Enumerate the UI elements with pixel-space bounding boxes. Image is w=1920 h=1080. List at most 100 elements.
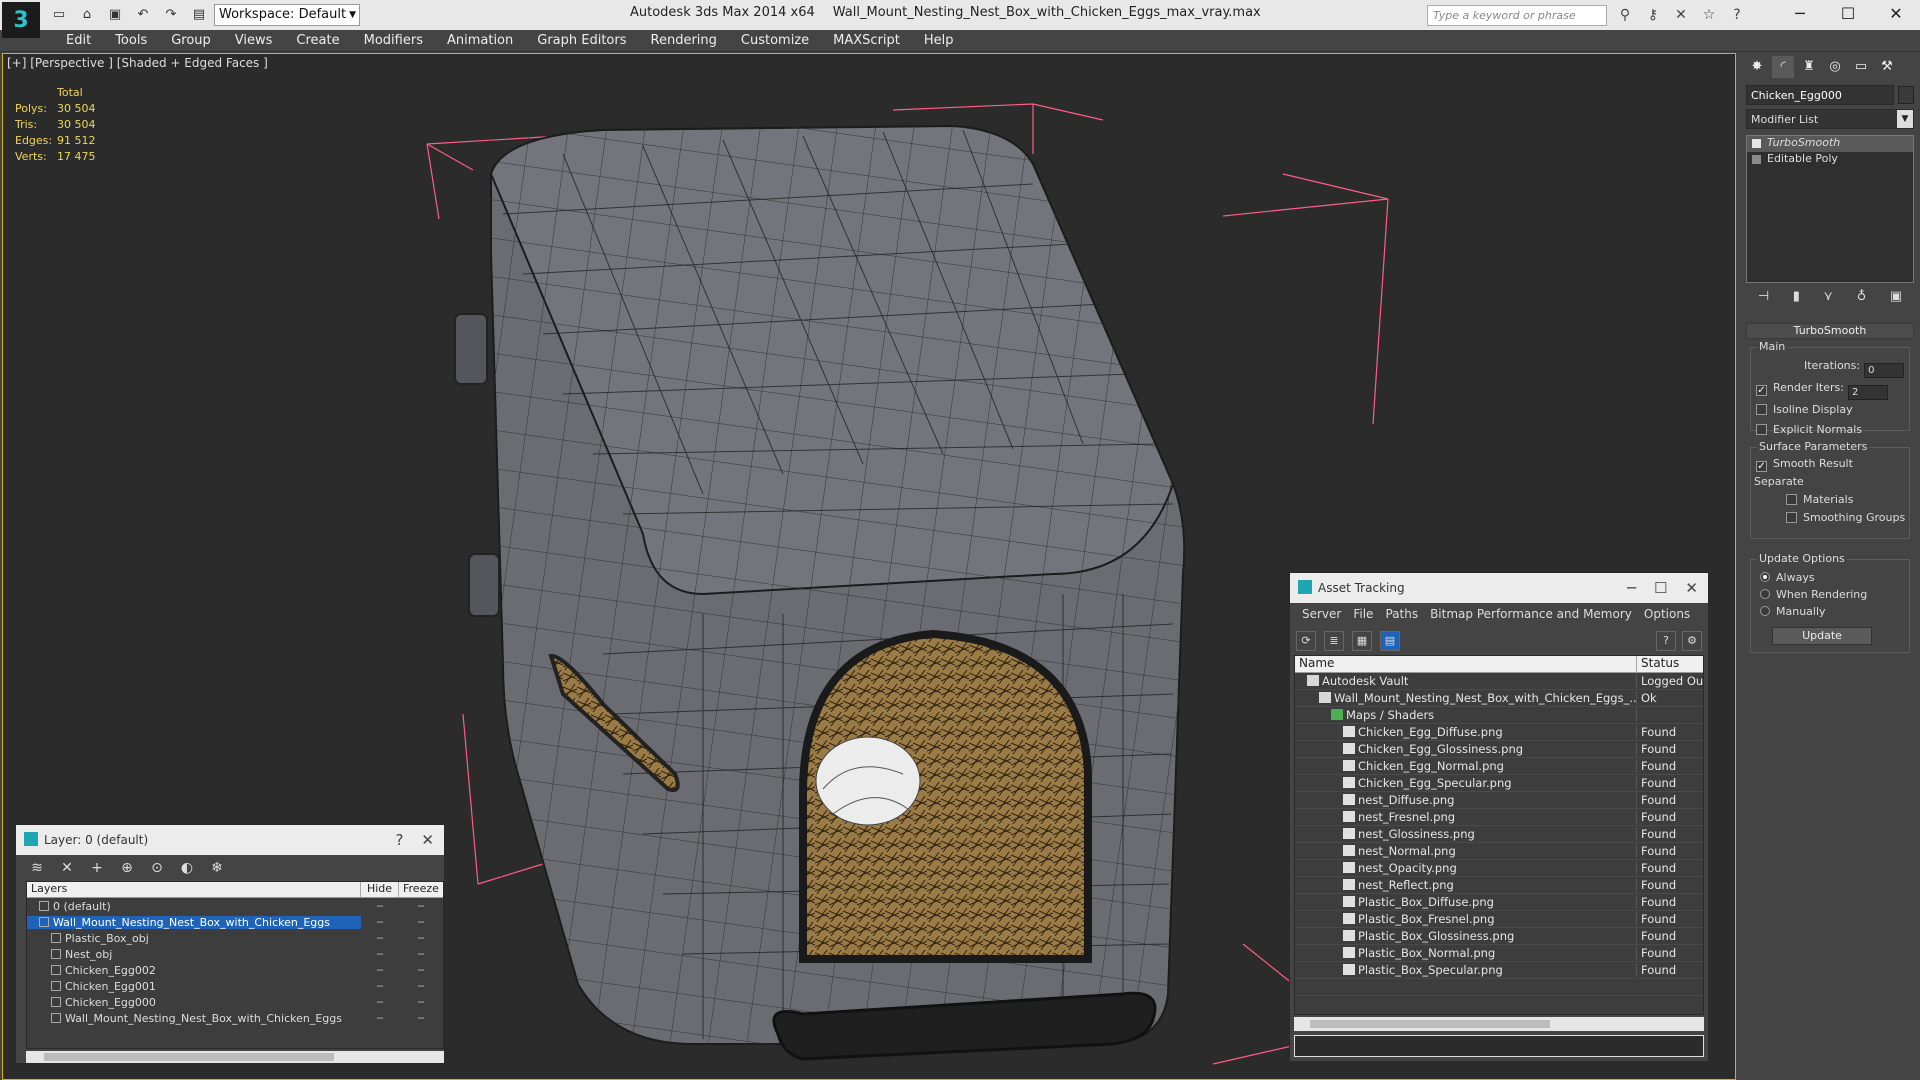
- asset-name-cell[interactable]: Plastic_Box_Diffuse.png: [1295, 895, 1637, 909]
- asset-row[interactable]: nest_Glossiness.png Found: [1295, 826, 1703, 843]
- layer-row[interactable]: Wall_Mount_Nesting_Nest_Box_with_Chicken…: [27, 1010, 443, 1026]
- hide-all-layers-icon[interactable]: ◐: [178, 859, 196, 877]
- minimize-icon[interactable]: ─: [1627, 579, 1636, 597]
- asset-row[interactable]: Wall_Mount_Nesting_Nest_Box_with_Chicken…: [1295, 690, 1703, 707]
- menu-animation[interactable]: Animation: [435, 33, 525, 48]
- asset-row[interactable]: Chicken_Egg_Normal.png Found: [1295, 758, 1703, 775]
- hide-toggle-icon[interactable]: ┅: [361, 900, 399, 913]
- smooth-result-checkbox[interactable]: ✓: [1756, 461, 1767, 472]
- asset-row[interactable]: Plastic_Box_Fresnel.png Found: [1295, 911, 1703, 928]
- project-folder-icon[interactable]: ▤: [188, 5, 210, 25]
- asset-row[interactable]: Maps / Shaders: [1295, 707, 1703, 724]
- motion-tab-icon[interactable]: ◎: [1824, 56, 1846, 78]
- close-icon[interactable]: ✕: [1685, 579, 1698, 597]
- table-view-icon[interactable]: ▤: [1380, 631, 1400, 651]
- explicit-normals-checkbox[interactable]: [1756, 424, 1767, 435]
- freeze-all-layers-icon[interactable]: ❄: [208, 859, 226, 877]
- undo-icon[interactable]: ↶: [132, 5, 154, 25]
- asset-row[interactable]: nest_Diffuse.png Found: [1295, 792, 1703, 809]
- modifier-stack[interactable]: TurboSmooth Editable Poly: [1746, 135, 1914, 283]
- show-end-result-icon[interactable]: ▮: [1793, 289, 1800, 311]
- key-icon[interactable]: ⚷: [1642, 5, 1664, 25]
- smoothing-groups-checkbox[interactable]: [1786, 512, 1797, 523]
- modifier-list-dropdown[interactable]: Modifier List ▼: [1746, 109, 1914, 129]
- column-layers[interactable]: Layers: [27, 882, 361, 897]
- hide-toggle-icon[interactable]: ┅: [361, 964, 399, 977]
- asset-list[interactable]: Name Status Autodesk Vault Logged Out Wall…: [1294, 655, 1704, 1015]
- layer-row[interactable]: Wall_Mount_Nesting_Nest_Box_with_Chicken…: [27, 914, 443, 930]
- open-file-icon[interactable]: ⌂: [76, 5, 98, 25]
- freeze-toggle-icon[interactable]: ┅: [399, 948, 443, 961]
- always-radio[interactable]: [1760, 572, 1770, 582]
- delete-layer-icon[interactable]: ✕: [58, 859, 76, 877]
- asset-name-cell[interactable]: Plastic_Box_Specular.png: [1295, 963, 1637, 977]
- stack-item-turbosmooth[interactable]: TurboSmooth: [1747, 136, 1913, 152]
- redo-icon[interactable]: ↷: [160, 5, 182, 25]
- binoculars-icon[interactable]: ⚲: [1614, 5, 1636, 25]
- asset-name-cell[interactable]: Chicken_Egg_Diffuse.png: [1295, 725, 1637, 739]
- hide-toggle-icon[interactable]: ┅: [361, 932, 399, 945]
- render-iters-spinner[interactable]: 2: [1847, 385, 1888, 400]
- asset-menu-server[interactable]: Server: [1296, 607, 1347, 627]
- menu-edit[interactable]: Edit: [54, 33, 103, 48]
- scrollbar-thumb[interactable]: [1310, 1020, 1550, 1028]
- hide-toggle-icon[interactable]: ┅: [361, 916, 399, 929]
- asset-row[interactable]: nest_Normal.png Found: [1295, 843, 1703, 860]
- freeze-toggle-icon[interactable]: ┅: [399, 932, 443, 945]
- asset-name-cell[interactable]: nest_Glossiness.png: [1295, 827, 1637, 841]
- asset-row[interactable]: Chicken_Egg_Diffuse.png Found: [1295, 724, 1703, 741]
- favorites-star-icon[interactable]: ☆: [1698, 5, 1720, 25]
- stack-item-editable-poly[interactable]: Editable Poly: [1747, 152, 1913, 168]
- viewport-label[interactable]: [+] [Perspective ] [Shaded + Edged Faces…: [7, 56, 268, 70]
- asset-name-cell[interactable]: Plastic_Box_Normal.png: [1295, 946, 1637, 960]
- update-button[interactable]: Update: [1772, 627, 1872, 645]
- layer-name-cell[interactable]: 0 (default): [27, 900, 361, 913]
- asset-name-cell[interactable]: Plastic_Box_Fresnel.png: [1295, 912, 1637, 926]
- create-layer-icon[interactable]: ≋: [28, 859, 46, 877]
- menu-maxscript[interactable]: MAXScript: [821, 33, 912, 48]
- help-icon[interactable]: ?: [1656, 631, 1676, 651]
- layer-list[interactable]: Layers Hide Freeze 0 (default) ┅ ┅ Wall_Mou…: [26, 881, 444, 1049]
- turbosmooth-rollout[interactable]: TurboSmooth: [1746, 323, 1914, 339]
- asset-window-titlebar[interactable]: Asset Tracking ─ ☐ ✕: [1290, 573, 1708, 603]
- column-hide[interactable]: Hide: [361, 882, 399, 897]
- freeze-toggle-icon[interactable]: ┅: [399, 916, 443, 929]
- pin-stack-icon[interactable]: ⊣: [1758, 289, 1769, 311]
- layer-row[interactable]: Nest_obj ┅ ┅: [27, 946, 443, 962]
- layer-row[interactable]: 0 (default) ┅ ┅: [27, 898, 443, 914]
- menu-graph-editors[interactable]: Graph Editors: [525, 33, 638, 48]
- hide-toggle-icon[interactable]: ┅: [361, 980, 399, 993]
- hide-toggle-icon[interactable]: ┅: [361, 1012, 399, 1025]
- asset-row[interactable]: Plastic_Box_Glossiness.png Found: [1295, 928, 1703, 945]
- asset-name-cell[interactable]: Autodesk Vault: [1295, 674, 1637, 688]
- hide-toggle-icon[interactable]: ┅: [361, 996, 399, 1009]
- highlight-layer-icon[interactable]: ⊙: [148, 859, 166, 877]
- when-rendering-radio[interactable]: [1760, 589, 1770, 599]
- manually-radio[interactable]: [1760, 606, 1770, 616]
- materials-checkbox[interactable]: [1786, 494, 1797, 505]
- asset-name-cell[interactable]: nest_Diffuse.png: [1295, 793, 1637, 807]
- asset-name-cell[interactable]: Plastic_Box_Glossiness.png: [1295, 929, 1637, 943]
- asset-menu-paths[interactable]: Paths: [1379, 607, 1424, 627]
- select-objects-icon[interactable]: ⊕: [118, 859, 136, 877]
- menu-modifiers[interactable]: Modifiers: [352, 33, 435, 48]
- maximize-icon[interactable]: ☐: [1824, 0, 1872, 30]
- freeze-toggle-icon[interactable]: ┅: [399, 1012, 443, 1025]
- help-icon[interactable]: ?: [1726, 5, 1748, 25]
- freeze-toggle-icon[interactable]: ┅: [399, 980, 443, 993]
- layer-row[interactable]: Plastic_Box_obj ┅ ┅: [27, 930, 443, 946]
- asset-name-cell[interactable]: nest_Fresnel.png: [1295, 810, 1637, 824]
- layer-name-cell[interactable]: Chicken_Egg001: [27, 980, 361, 993]
- asset-row[interactable]: Autodesk Vault Logged Out: [1295, 673, 1703, 690]
- asset-row[interactable]: Chicken_Egg_Specular.png Found: [1295, 775, 1703, 792]
- lightbulb-icon[interactable]: [1752, 139, 1761, 148]
- asset-menu-bitmap-performance[interactable]: Bitmap Performance and Memory: [1424, 607, 1638, 627]
- menu-group[interactable]: Group: [159, 33, 223, 48]
- asset-name-cell[interactable]: Maps / Shaders: [1295, 708, 1637, 722]
- layer-row[interactable]: Chicken_Egg001 ┅ ┅: [27, 978, 443, 994]
- asset-row[interactable]: nest_Reflect.png Found: [1295, 877, 1703, 894]
- object-name-field[interactable]: Chicken_Egg000: [1746, 85, 1894, 105]
- horizontal-scrollbar[interactable]: [1294, 1017, 1704, 1031]
- horizontal-scrollbar[interactable]: [26, 1051, 444, 1063]
- maximize-icon[interactable]: ☐: [1654, 579, 1667, 597]
